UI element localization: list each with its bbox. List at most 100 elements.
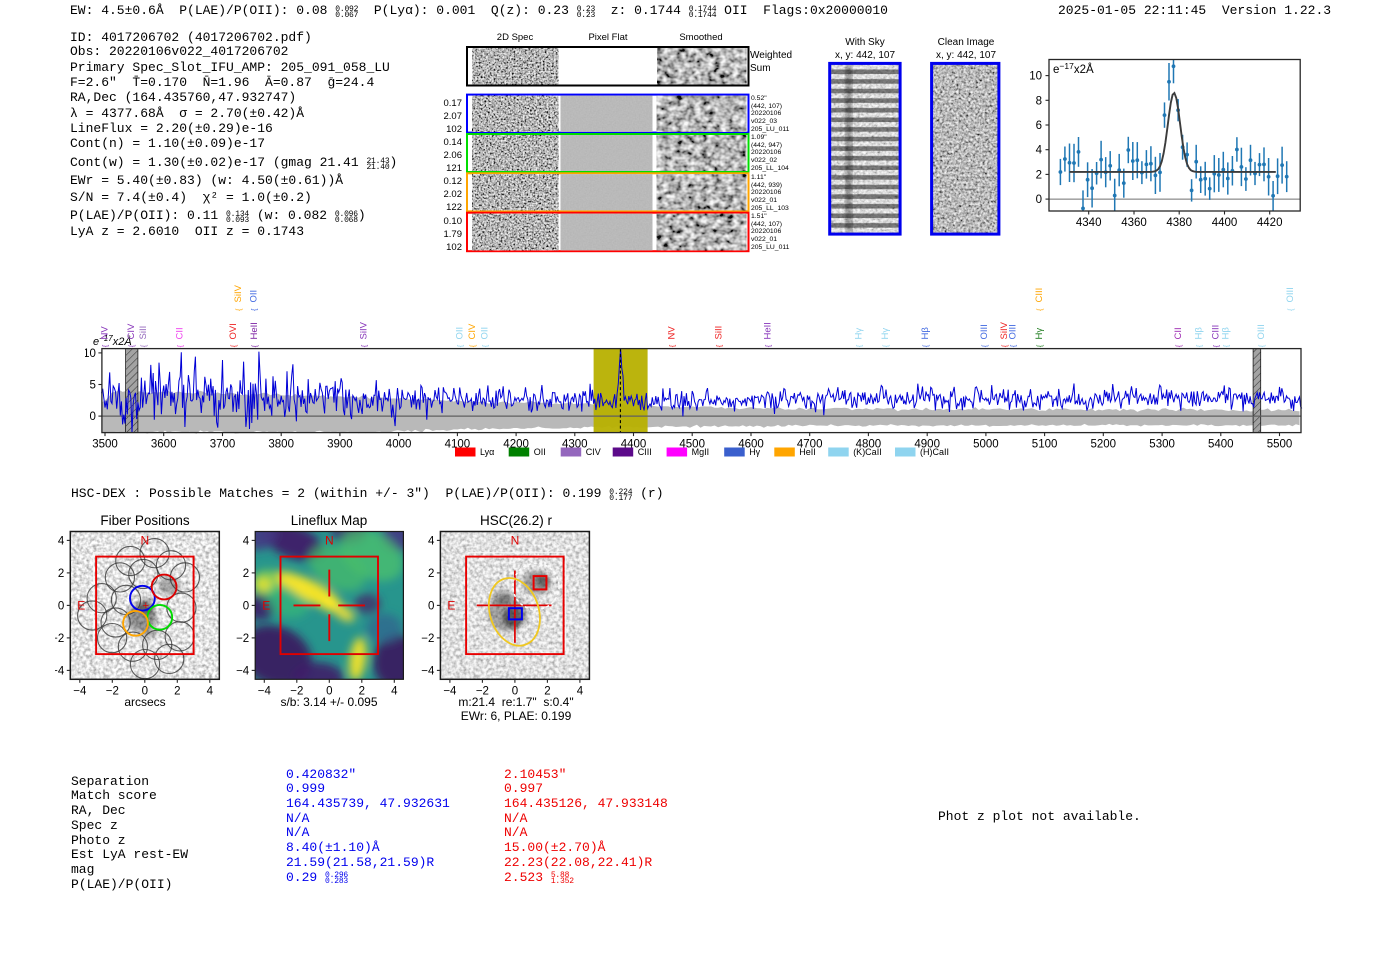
svg-text:SiIV: SiIV bbox=[359, 321, 370, 339]
svg-text:2: 2 bbox=[58, 568, 64, 580]
svg-text:CIV: CIV bbox=[126, 323, 137, 340]
svg-text:2: 2 bbox=[243, 568, 249, 580]
svg-text:{: { bbox=[1035, 308, 1044, 311]
svg-text:{: { bbox=[360, 344, 369, 347]
svg-text:8: 8 bbox=[1036, 95, 1042, 107]
svg-text:E: E bbox=[77, 598, 85, 612]
svg-text:{: { bbox=[1221, 344, 1230, 347]
svg-text:NV: NV bbox=[666, 326, 677, 340]
svg-text:{: { bbox=[1194, 344, 1203, 347]
svg-text:{: { bbox=[250, 344, 259, 347]
svg-text:CII: CII bbox=[1173, 327, 1184, 339]
svg-text:3700: 3700 bbox=[210, 439, 236, 451]
svg-text:4: 4 bbox=[243, 535, 250, 547]
svg-text:{: { bbox=[250, 308, 259, 311]
svg-text:5500: 5500 bbox=[1267, 439, 1293, 451]
svg-text:3500: 3500 bbox=[92, 439, 118, 451]
svg-text:0: 0 bbox=[428, 600, 434, 612]
svg-text:Hγ: Hγ bbox=[1034, 328, 1045, 340]
svg-text:SiII: SiII bbox=[138, 326, 149, 340]
svg-text:2: 2 bbox=[1036, 169, 1042, 181]
svg-text:{: { bbox=[455, 344, 464, 347]
svg-text:OII: OII bbox=[479, 327, 490, 340]
svg-text:5200: 5200 bbox=[1091, 439, 1117, 451]
svg-text:0: 0 bbox=[58, 600, 64, 612]
svg-text:0: 0 bbox=[89, 411, 95, 423]
svg-text:{: { bbox=[176, 344, 185, 347]
svg-text:0: 0 bbox=[1036, 194, 1042, 206]
svg-text:4400: 4400 bbox=[1212, 217, 1238, 229]
svg-text:{: { bbox=[1286, 308, 1295, 311]
svg-text:N: N bbox=[140, 534, 149, 548]
svg-text:Hβ: Hβ bbox=[1193, 327, 1204, 340]
svg-text:5000: 5000 bbox=[973, 439, 999, 451]
svg-text:5400: 5400 bbox=[1208, 439, 1234, 451]
svg-text:{: { bbox=[139, 344, 148, 347]
svg-text:OIII: OIII bbox=[1256, 324, 1267, 339]
svg-text:N: N bbox=[511, 534, 520, 548]
svg-text:Hβ: Hβ bbox=[1220, 327, 1231, 340]
svg-text:{: { bbox=[881, 344, 890, 347]
svg-text:OII: OII bbox=[534, 447, 546, 457]
svg-text:4340: 4340 bbox=[1076, 217, 1102, 229]
svg-text:4000: 4000 bbox=[386, 439, 412, 451]
svg-text:Hγ: Hγ bbox=[854, 328, 865, 340]
svg-text:6: 6 bbox=[1036, 120, 1042, 132]
svg-text:{: { bbox=[715, 344, 724, 347]
svg-text:e−17x2Å: e−17x2Å bbox=[1053, 61, 1094, 76]
svg-text:4360: 4360 bbox=[1121, 217, 1147, 229]
svg-text:−2: −2 bbox=[421, 633, 434, 645]
svg-text:{: { bbox=[980, 344, 989, 347]
svg-text:N: N bbox=[325, 534, 334, 548]
svg-text:10: 10 bbox=[85, 348, 96, 360]
svg-text:4: 4 bbox=[1036, 145, 1043, 157]
svg-text:SiIV: SiIV bbox=[233, 284, 244, 302]
svg-text:{: { bbox=[468, 344, 477, 347]
svg-text:{: { bbox=[1257, 344, 1266, 347]
svg-text:{: { bbox=[1009, 344, 1018, 347]
svg-text:4420: 4420 bbox=[1257, 217, 1283, 229]
svg-text:3600: 3600 bbox=[151, 439, 177, 451]
svg-text:E: E bbox=[262, 598, 270, 612]
svg-text:(H)CaII: (H)CaII bbox=[920, 447, 949, 457]
svg-text:−4: −4 bbox=[421, 665, 435, 677]
svg-text:0: 0 bbox=[243, 600, 249, 612]
svg-text:{: { bbox=[229, 344, 238, 347]
svg-text:OVI: OVI bbox=[228, 323, 239, 339]
svg-text:OIII: OIII bbox=[1285, 287, 1296, 302]
svg-text:{: { bbox=[764, 344, 773, 347]
svg-text:4: 4 bbox=[428, 535, 435, 547]
svg-text:{: { bbox=[855, 344, 864, 347]
svg-text:−4: −4 bbox=[236, 665, 250, 677]
svg-text:{: { bbox=[1000, 344, 1009, 347]
svg-text:OIII: OIII bbox=[1008, 324, 1019, 339]
svg-text:10: 10 bbox=[1030, 71, 1042, 83]
svg-text:CIV: CIV bbox=[467, 323, 478, 340]
svg-text:NV: NV bbox=[99, 326, 110, 340]
svg-text:E: E bbox=[447, 598, 455, 612]
svg-text:OII: OII bbox=[454, 327, 465, 340]
svg-text:3800: 3800 bbox=[268, 439, 294, 451]
svg-text:{: { bbox=[1174, 344, 1183, 347]
svg-text:3900: 3900 bbox=[327, 439, 353, 451]
svg-text:CII: CII bbox=[175, 327, 186, 339]
svg-text:Lyα: Lyα bbox=[480, 447, 494, 457]
svg-text:(K)CaII: (K)CaII bbox=[853, 447, 882, 457]
svg-text:5: 5 bbox=[89, 380, 95, 392]
svg-text:OII: OII bbox=[249, 290, 260, 303]
svg-text:4: 4 bbox=[58, 535, 65, 547]
svg-text:Hγ: Hγ bbox=[880, 328, 891, 340]
svg-text:CIII: CIII bbox=[1034, 288, 1045, 303]
svg-text:{: { bbox=[234, 308, 243, 311]
svg-text:−2: −2 bbox=[55, 633, 64, 645]
svg-text:HeII: HeII bbox=[249, 322, 260, 339]
svg-text:{: { bbox=[1035, 344, 1044, 347]
svg-text:5100: 5100 bbox=[1032, 439, 1058, 451]
svg-text:{: { bbox=[480, 344, 489, 347]
svg-text:HeII: HeII bbox=[799, 447, 816, 457]
svg-text:SiII: SiII bbox=[714, 326, 725, 340]
svg-text:5300: 5300 bbox=[1149, 439, 1175, 451]
svg-text:{: { bbox=[1212, 344, 1221, 347]
svg-text:Hβ: Hβ bbox=[920, 327, 931, 340]
svg-text:Hγ: Hγ bbox=[749, 447, 760, 457]
